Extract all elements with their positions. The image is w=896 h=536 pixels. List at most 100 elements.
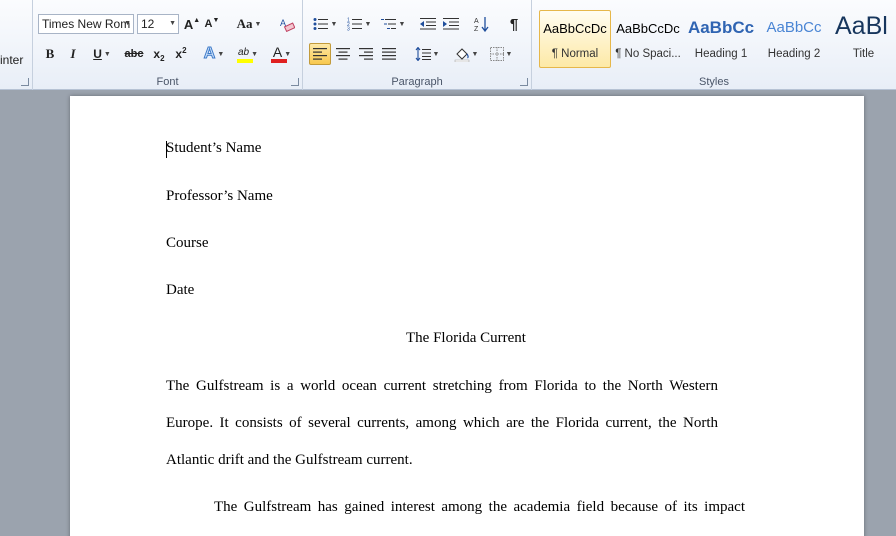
grow-font-button[interactable]: A ▲ [183,13,201,35]
format-painter-button[interactable]: inter [0,53,23,67]
pilcrow-icon: ¶ [509,15,519,33]
style-no-spacing-name: ¶ No Spaci... [615,48,681,60]
font-name-combo[interactable]: Times New Rom ▼ [38,14,134,34]
change-case-icon: Aa [236,16,253,31]
styles-gallery: AaBbCcDc ¶ Normal AaBbCcDc ¶ No Spaci...… [537,8,896,70]
paragraph-1-line-1[interactable]: The Gulfstream is a world ocean current … [166,378,718,395]
multilevel-list-button[interactable]: ▼ [377,13,409,35]
bold-button[interactable]: B [39,43,61,65]
subscript-mark: 2 [160,53,165,63]
paint-bucket-icon [454,48,469,62]
style-heading-2-name: Heading 2 [767,48,821,60]
paragraph-1-line-2[interactable]: Europe. It consists of several currents,… [166,415,718,432]
increase-indent-button[interactable] [440,13,462,35]
strikethrough-icon: abc [124,48,144,60]
style-heading-2[interactable]: AaBbCc Heading 2 [758,10,830,68]
font-name-value: Times New Rom [42,17,131,31]
shrink-font-button[interactable]: A ▼ [203,13,221,35]
italic-icon: I [70,46,76,61]
font-group: Times New Rom ▼ 12 ▼ A▲ A▼ Aa▼ A B I [33,0,303,90]
bullets-icon [313,18,328,30]
font-name-dropdown-icon: ▼ [124,20,131,27]
paragraph-1-line-3[interactable]: Atlantic drift and the Gulfstream curren… [166,452,413,469]
professor-name-line[interactable]: Professor’s Name [166,188,273,205]
numbering-button[interactable]: 1 2 3 ▼ [343,13,375,35]
clear-formatting-icon: A [280,18,295,32]
justify-icon [382,48,396,60]
course-line[interactable]: Course [166,235,209,252]
style-heading-1[interactable]: AaBbCc Heading 1 [685,10,757,68]
clipboard-group: inter [0,0,33,90]
align-right-icon [359,48,373,60]
align-right-button[interactable] [355,43,377,65]
font-size-value: 12 [141,17,155,31]
ribbon: inter Times New Rom ▼ 12 ▼ A ▲ A ▼ Aa ▼ A [0,0,896,90]
text-effects-icon: A [203,45,216,63]
text-effects-button[interactable]: A ▼ [199,43,229,65]
highlight-color-bar [237,59,253,63]
decrease-indent-icon [420,18,436,30]
shading-button[interactable]: ▼ [450,43,482,65]
font-dialog-launcher[interactable] [291,78,299,86]
sort-icon: A Z [474,17,489,32]
clear-formatting-button[interactable]: A [276,13,298,35]
style-normal-sample: AaBbCcDc [543,21,607,36]
increase-indent-icon [443,18,459,30]
font-color-bar [271,59,287,63]
text-highlight-button[interactable]: ab ▼ [232,43,264,65]
date-line[interactable]: Date [166,282,194,299]
highlight-icon: ab [237,47,250,58]
style-title-sample: AaBl [835,12,888,40]
font-size-dropdown-icon: ▼ [169,20,176,27]
superscript-button[interactable]: x2 [171,43,191,65]
sort-button[interactable]: A Z [471,13,493,35]
style-title[interactable]: AaBl Title [831,10,896,68]
clipboard-dialog-launcher[interactable] [21,78,29,86]
line-spacing-icon [415,47,431,61]
subscript-button[interactable]: x2 [149,43,169,65]
styles-group-label: Styles [699,76,729,88]
style-no-spacing-sample: AaBbCcDc [616,21,680,36]
paragraph-2-line-1[interactable]: The Gulfstream has gained interest among… [214,499,745,516]
bullets-button[interactable]: ▼ [309,13,341,35]
style-no-spacing[interactable]: AaBbCcDc ¶ No Spaci... [612,10,684,68]
align-center-icon [336,48,350,60]
paragraph-dialog-launcher[interactable] [520,78,528,86]
svg-text:Z: Z [474,26,479,32]
borders-button[interactable]: ▼ [485,43,517,65]
italic-button[interactable]: I [62,43,84,65]
svg-text:A: A [474,18,479,25]
student-name-line[interactable]: Student’s Name [166,140,261,157]
align-center-button[interactable] [332,43,354,65]
font-color-button[interactable]: A ▼ [267,43,297,65]
change-case-button[interactable]: Aa ▼ [233,13,265,35]
paragraph-group-label: Paragraph [391,76,443,88]
numbering-icon: 1 2 3 [347,18,362,32]
document-page[interactable]: Student’s Name Professor’s Name Course D… [70,96,864,536]
style-normal[interactable]: AaBbCcDc ¶ Normal [539,10,611,68]
svg-text:3: 3 [347,27,350,32]
style-heading-1-name: Heading 1 [694,48,748,60]
paragraph-group: ▼ 1 2 3 ▼ ▼ A Z ¶ ▼ ▼ ▼ Paragraph [303,0,532,90]
multilevel-list-icon [380,19,396,29]
justify-button[interactable] [378,43,400,65]
style-heading-2-sample: AaBbCc [766,19,822,36]
align-left-button[interactable] [309,43,331,65]
font-color-icon: A [272,44,283,60]
format-painter-label: inter [0,53,24,67]
strikethrough-button[interactable]: abc [121,43,147,65]
align-left-icon [313,48,327,60]
bold-icon: B [45,46,55,61]
font-size-combo[interactable]: 12 ▼ [137,14,179,34]
superscript-icon: x [175,47,183,61]
show-formatting-marks-button[interactable]: ¶ [503,13,525,35]
underline-icon: U [93,47,102,61]
document-title[interactable]: The Florida Current [166,330,766,347]
line-spacing-button[interactable]: ▼ [411,43,443,65]
decrease-indent-button[interactable] [417,13,439,35]
superscript-mark: 2 [182,45,187,55]
style-title-name: Title [852,48,875,60]
font-group-label: Font [156,76,179,88]
grow-font-icon: A [183,16,194,32]
underline-button[interactable]: U ▼ [86,43,118,65]
